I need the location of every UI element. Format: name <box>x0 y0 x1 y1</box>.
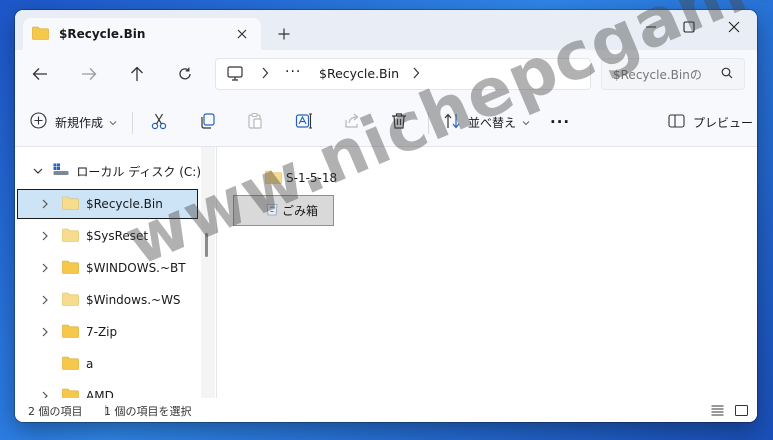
new-button-label: 新規作成 <box>55 115 104 130</box>
refresh-icon[interactable] <box>169 62 201 86</box>
folder-icon <box>62 356 79 373</box>
sidebar-item-label: $WINDOWS.~BT <box>86 261 186 275</box>
chevron-right-icon[interactable] <box>412 67 420 82</box>
toolbar-divider <box>132 112 133 134</box>
chevron-right-icon[interactable] <box>38 263 52 273</box>
arrow-right-icon[interactable] <box>73 62 105 86</box>
minimize-icon[interactable] <box>632 14 670 40</box>
chevron-right-icon[interactable] <box>261 67 269 82</box>
sidebar-item-label: ローカル ディスク (C:) <box>76 164 201 179</box>
paste-icon <box>246 112 264 133</box>
plus-icon[interactable] <box>270 22 298 46</box>
search-placeholder[interactable]: $Recycle.Binの <box>613 66 702 83</box>
recycle-bin-icon <box>266 202 278 219</box>
preview-button[interactable]: プレビュー <box>668 110 753 134</box>
share-button[interactable] <box>343 110 361 134</box>
more-options-button[interactable]: ··· <box>550 110 570 134</box>
status-bar: 2 個の項目 | 1 個の項目を選択 <box>15 398 757 422</box>
window-close-icon[interactable] <box>715 14 753 40</box>
sidebar-scrollbar-thumb[interactable] <box>205 233 208 257</box>
arrow-left-icon[interactable] <box>24 62 56 86</box>
sidebar-item-a[interactable]: a <box>15 349 201 379</box>
item-count: 2 個の項目 <box>28 405 83 418</box>
sort-button[interactable]: 並べ替え <box>443 110 530 134</box>
item-label: ごみ箱 <box>282 204 319 218</box>
rename-icon <box>295 112 313 133</box>
sidebar-item-recycle-bin-folder[interactable]: $Recycle.Bin <box>17 189 198 219</box>
large-icons-view-icon[interactable] <box>733 402 749 418</box>
copy-icon <box>199 112 217 133</box>
details-view-icon[interactable] <box>709 402 725 418</box>
chevron-down-icon <box>522 115 530 129</box>
sidebar-item-sysreset[interactable]: $SysReset <box>15 221 201 251</box>
title-bar: $Recycle.Bin <box>15 10 757 50</box>
sort-icon <box>443 112 461 133</box>
item-label: S-1-5-18 <box>286 171 338 185</box>
folder-icon <box>32 26 49 43</box>
chevron-right-icon[interactable] <box>38 295 52 305</box>
folder-icon <box>62 260 79 277</box>
search-icon[interactable] <box>721 67 733 82</box>
more-options-label: ··· <box>550 113 571 131</box>
sidebar-scrollbar-track[interactable] <box>201 147 215 398</box>
chevron-right-icon[interactable] <box>38 231 52 241</box>
trash-icon <box>390 112 408 133</box>
chevron-right-icon[interactable] <box>38 199 52 209</box>
sidebar-item-local-disk[interactable]: ローカル ディスク (C:) <box>15 156 201 186</box>
close-icon[interactable] <box>231 23 253 45</box>
cut-button[interactable] <box>150 110 168 134</box>
sidebar-item-label: a <box>86 357 94 371</box>
sidebar-item-7-zip[interactable]: 7-Zip <box>15 317 201 347</box>
folder-icon <box>62 196 79 213</box>
plus-circle-icon <box>30 112 47 132</box>
command-bar: 新規作成 並べ替え ··· プレビュー <box>15 98 757 147</box>
paste-button[interactable] <box>246 110 264 134</box>
sidebar-item-label: $SysReset <box>86 229 149 243</box>
sidebar-item-windows-ws[interactable]: $Windows.~WS <box>15 285 201 315</box>
folder-icon <box>265 170 282 187</box>
folder-icon <box>62 324 79 341</box>
tab-recycle-bin[interactable]: $Recycle.Bin <box>23 18 261 50</box>
breadcrumb-current[interactable]: $Recycle.Bin <box>319 66 399 81</box>
preview-button-label: プレビュー <box>693 115 754 130</box>
chevron-right-icon[interactable] <box>38 327 52 337</box>
breadcrumb-more[interactable]: ··· <box>285 64 301 80</box>
list-item[interactable]: S-1-5-18 <box>265 168 337 188</box>
tab-title: $Recycle.Bin <box>59 27 146 41</box>
search-box[interactable]: $Recycle.Binの <box>601 58 745 90</box>
preview-pane-icon <box>668 113 685 131</box>
folder-icon <box>62 228 79 245</box>
monitor-icon[interactable] <box>227 66 243 84</box>
chevron-down-icon[interactable] <box>32 167 44 175</box>
toolbar-divider <box>428 112 429 134</box>
maximize-icon[interactable] <box>670 14 708 40</box>
file-explorer-window: $Recycle.Bin ··· $Recycle.Bin $Recycle.B… <box>15 10 757 422</box>
scissors-icon <box>150 112 168 133</box>
sidebar-item-label: $Windows.~WS <box>86 293 181 307</box>
sidebar-item-label: $Recycle.Bin <box>86 197 163 211</box>
copy-button[interactable] <box>199 110 217 134</box>
content-area[interactable]: S-1-5-18 ごみ箱 <box>217 147 757 398</box>
rename-button[interactable] <box>295 110 313 134</box>
sidebar-item-label: 7-Zip <box>86 325 118 339</box>
list-item-selected[interactable]: ごみ箱 <box>233 195 334 226</box>
sidebar-item-windows-bt[interactable]: $WINDOWS.~BT <box>15 253 201 283</box>
drive-icon <box>53 163 69 179</box>
navigation-bar: ··· $Recycle.Bin $Recycle.Binの <box>15 50 757 98</box>
selection-count: 1 個の項目を選択 <box>104 405 192 418</box>
chevron-down-icon <box>109 115 117 129</box>
new-button[interactable]: 新規作成 <box>30 110 117 134</box>
folder-icon <box>62 292 79 309</box>
sort-button-label: 並べ替え <box>468 115 517 130</box>
navigation-pane: ローカル ディスク (C:) $Recycle.Bin $SysReset $W… <box>15 147 215 403</box>
address-bar[interactable]: ··· $Recycle.Bin <box>215 58 591 90</box>
delete-button[interactable] <box>390 110 408 134</box>
arrow-up-icon[interactable] <box>121 62 153 86</box>
share-icon <box>343 112 361 133</box>
